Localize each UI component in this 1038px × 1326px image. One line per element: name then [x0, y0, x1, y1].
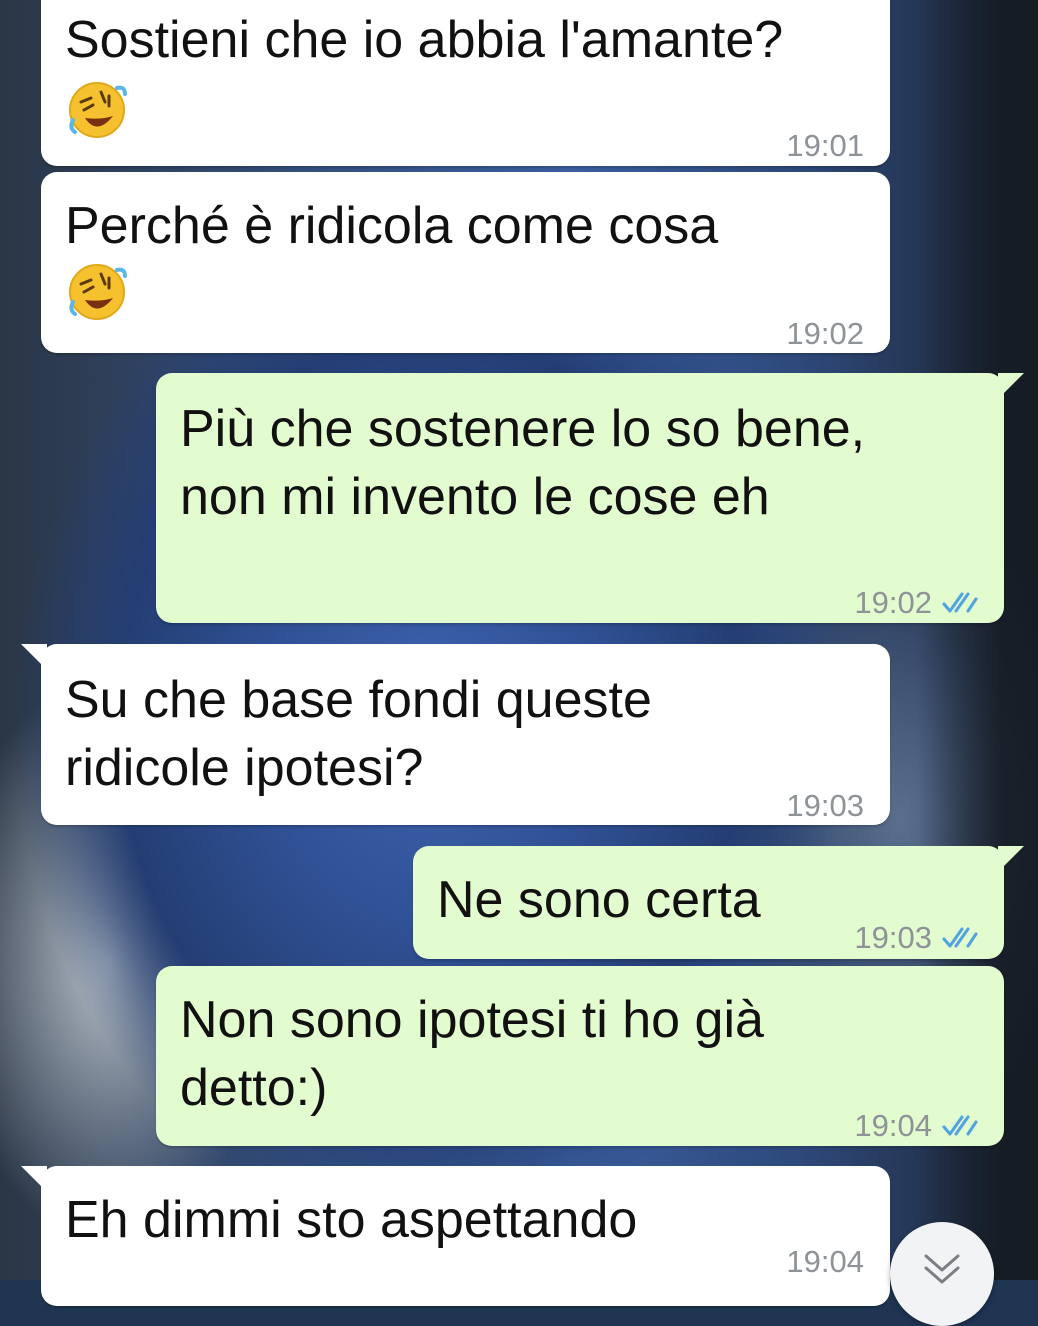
message-bubble-incoming[interactable]: Sostieni che io abbia l'amante? 19:01	[41, 0, 890, 166]
rolling-on-floor-laughing-icon	[69, 264, 127, 320]
read-receipt-double-check-icon	[942, 592, 978, 613]
message-text: Perché è ridicola come cosa	[65, 197, 719, 255]
message-meta: 19:04	[854, 1092, 978, 1160]
message-time: 19:04	[786, 1244, 864, 1279]
scroll-to-bottom-button[interactable]	[890, 1222, 994, 1326]
message-text: Sostieni che io abbia l'amante?	[65, 11, 784, 69]
message-text: Ne sono certa	[437, 871, 761, 929]
message-time: 19:02	[854, 585, 932, 620]
message-time: 19:04	[854, 1108, 932, 1143]
message-meta: 19:02	[854, 569, 978, 637]
message-time: 19:01	[786, 128, 864, 163]
message-bubble-incoming[interactable]: Su che base fondi queste ridicole ipotes…	[21, 644, 890, 825]
double-chevron-down-icon	[924, 1254, 960, 1284]
message-list[interactable]: Sostieni che io abbia l'amante? 19:01 Pe…	[0, 0, 1038, 1306]
read-receipt-double-check-icon	[942, 1115, 978, 1136]
message-text: Su che base fondi queste ridicole ipotes…	[65, 671, 652, 797]
message-bubble-incoming[interactable]: Perché è ridicola come cosa 19:02	[41, 172, 890, 353]
rolling-on-floor-laughing-icon	[69, 82, 127, 138]
message-bubble-outgoing[interactable]: Non sono ipotesi ti ho già detto:) 19:04	[156, 966, 1004, 1146]
message-meta: 19:03	[786, 772, 864, 840]
message-text: Più che sostenere lo so bene, non mi inv…	[180, 400, 866, 526]
message-meta: 19:02	[786, 300, 864, 368]
message-time: 19:02	[786, 316, 864, 351]
message-meta: 19:01	[786, 112, 864, 180]
message-meta: 19:03	[854, 904, 978, 972]
message-meta: 19:04	[786, 1228, 864, 1296]
message-text: Eh dimmi sto aspettando	[65, 1191, 638, 1249]
message-time: 19:03	[786, 788, 864, 823]
message-bubble-outgoing[interactable]: Ne sono certa 19:03	[413, 846, 1024, 959]
message-text: Non sono ipotesi ti ho già detto:)	[180, 991, 764, 1117]
message-bubble-incoming[interactable]: Eh dimmi sto aspettando 19:04	[21, 1166, 890, 1306]
read-receipt-double-check-icon	[942, 927, 978, 948]
message-time: 19:03	[854, 920, 932, 955]
message-bubble-outgoing[interactable]: Più che sostenere lo so bene, non mi inv…	[156, 373, 1024, 623]
